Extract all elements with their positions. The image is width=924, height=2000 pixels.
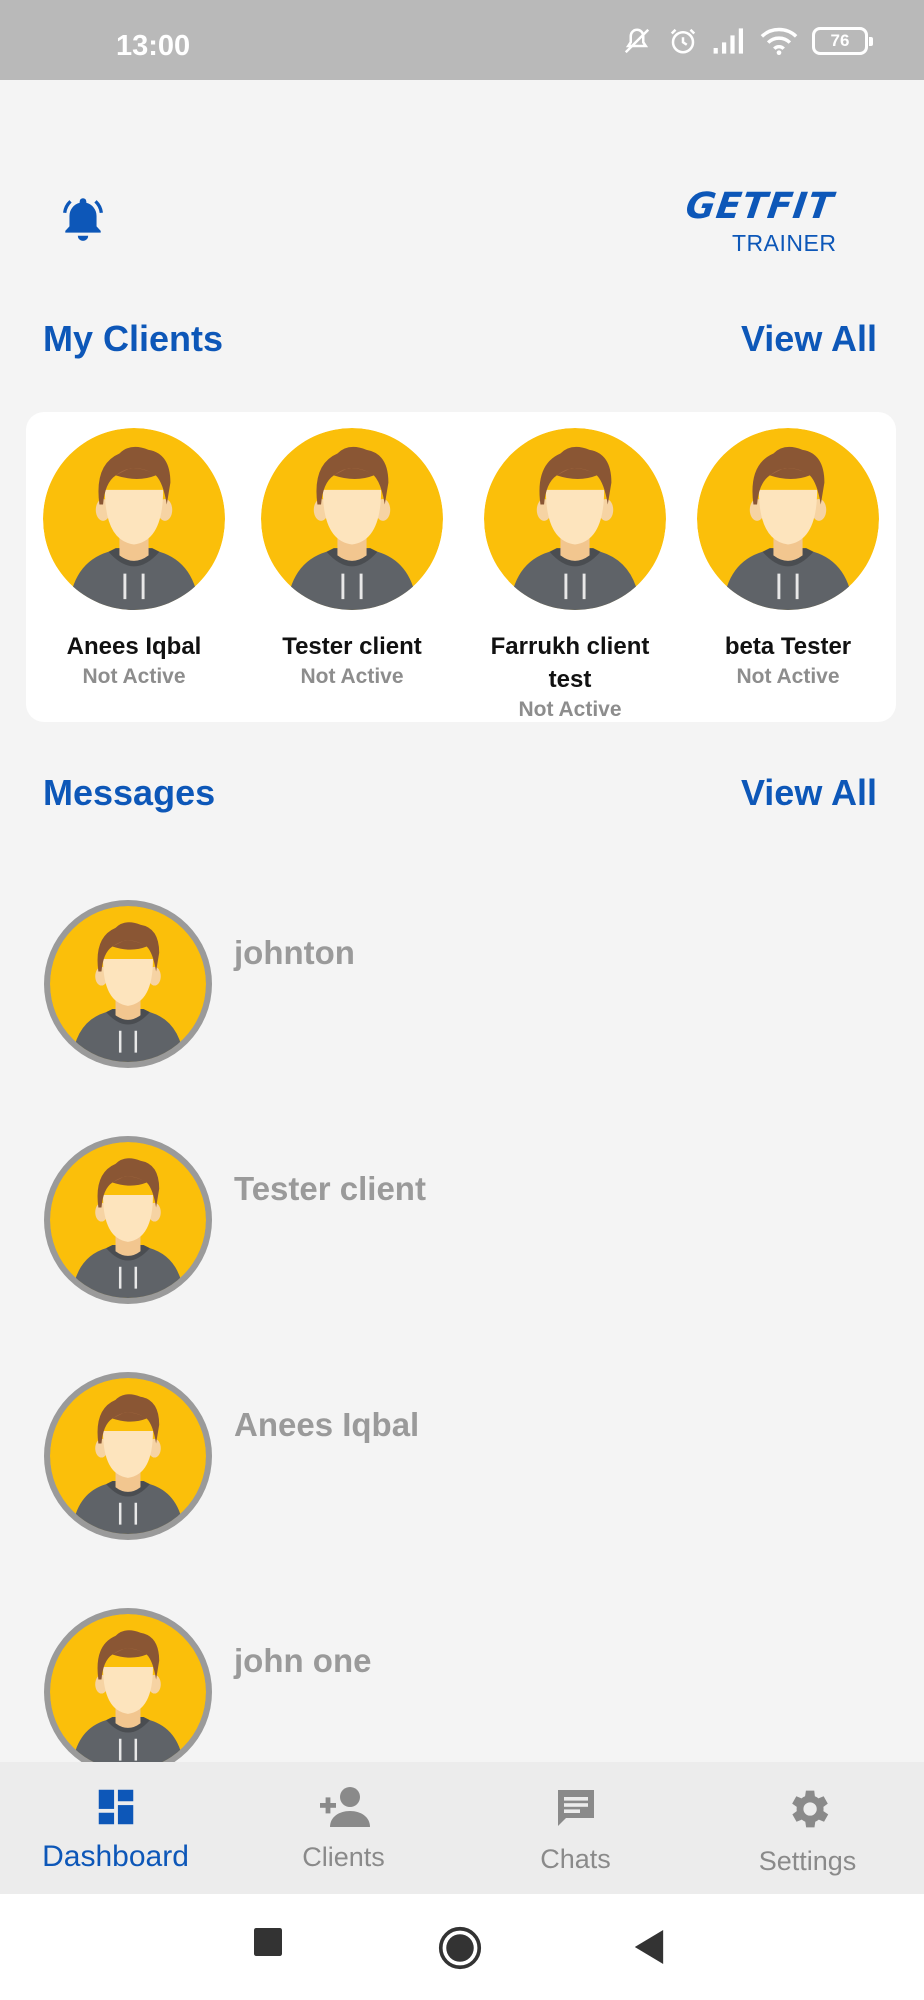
nav-chats[interactable]: Chats <box>460 1784 691 1875</box>
messages-view-all-link[interactable]: View All <box>741 772 877 814</box>
nav-label: Chats <box>540 1844 611 1874</box>
client-name: Farrukh client test <box>490 633 650 693</box>
avatar <box>261 428 443 610</box>
messages-title: Messages <box>43 772 216 813</box>
client-name: Anees Iqbal <box>66 633 202 660</box>
gear-icon <box>791 1790 828 1828</box>
chat-icon <box>557 1790 594 1826</box>
my-clients-title: My Clients <box>43 318 224 359</box>
message-sender: johnton <box>234 934 355 971</box>
message-item[interactable]: john one <box>44 1608 884 1762</box>
battery-indicator: 76 <box>812 27 873 55</box>
nav-clients[interactable]: Clients <box>228 1784 459 1873</box>
client-status: Not Active <box>82 665 186 688</box>
client-status: Not Active <box>518 698 622 721</box>
notification-bell-icon[interactable] <box>58 192 108 244</box>
brand-name: GETFIT <box>683 186 837 227</box>
nav-settings[interactable]: Settings <box>692 1784 923 1877</box>
message-item[interactable]: Tester client <box>44 1136 884 1306</box>
avatar <box>44 1372 212 1540</box>
avatar <box>44 1136 212 1304</box>
alarm-icon <box>670 28 696 54</box>
nav-label: Settings <box>758 1846 857 1876</box>
nav-label: Clients <box>302 1842 385 1872</box>
message-item[interactable]: Anees Iqbal <box>44 1372 884 1542</box>
message-sender: Tester client <box>234 1170 426 1207</box>
client-card[interactable]: Tester client Not Active <box>252 428 452 691</box>
clients-card: Anees Iqbal Not Active Tester client Not… <box>26 412 896 722</box>
dashboard-icon <box>98 1789 133 1825</box>
message-sender: john one <box>234 1642 372 1679</box>
brand-logo: GETFIT TRAINER <box>683 186 836 260</box>
message-item[interactable]: johnton <box>44 900 884 1070</box>
bottom-navigation: Dashboard Clients Chats Settings <box>0 1762 924 1894</box>
status-time: 13:00 <box>116 30 191 62</box>
recent-apps-icon[interactable] <box>254 1928 282 1956</box>
status-icons: 76 <box>620 26 873 56</box>
system-navigation-bar <box>0 1894 924 2000</box>
avatar <box>484 428 666 610</box>
nav-dashboard[interactable]: Dashboard <box>0 1784 231 1874</box>
add-person-icon <box>319 1787 370 1827</box>
client-status: Not Active <box>300 665 404 688</box>
status-bar: 13:00 76 <box>0 0 924 80</box>
avatar <box>44 900 212 1068</box>
nav-label: Dashboard <box>42 1840 189 1873</box>
avatar <box>697 428 879 610</box>
avatar <box>44 1608 212 1762</box>
mute-icon <box>624 28 650 54</box>
client-status: Not Active <box>736 665 840 688</box>
message-sender: Anees Iqbal <box>234 1406 420 1443</box>
client-name: Tester client <box>282 633 422 660</box>
brand-subtitle: TRAINER <box>732 230 837 256</box>
client-card[interactable]: Anees Iqbal Not Active <box>34 428 234 691</box>
back-icon[interactable] <box>634 1930 664 1964</box>
clients-view-all-link[interactable]: View All <box>741 318 877 360</box>
home-icon[interactable] <box>438 1926 482 1970</box>
client-card[interactable]: Farrukh client test Not Active <box>484 428 656 724</box>
signal-icon <box>713 28 743 54</box>
wifi-icon <box>760 27 798 55</box>
client-name: beta Tester <box>724 633 852 660</box>
client-card[interactable]: beta Tester Not Active <box>688 428 888 691</box>
avatar <box>43 428 225 610</box>
